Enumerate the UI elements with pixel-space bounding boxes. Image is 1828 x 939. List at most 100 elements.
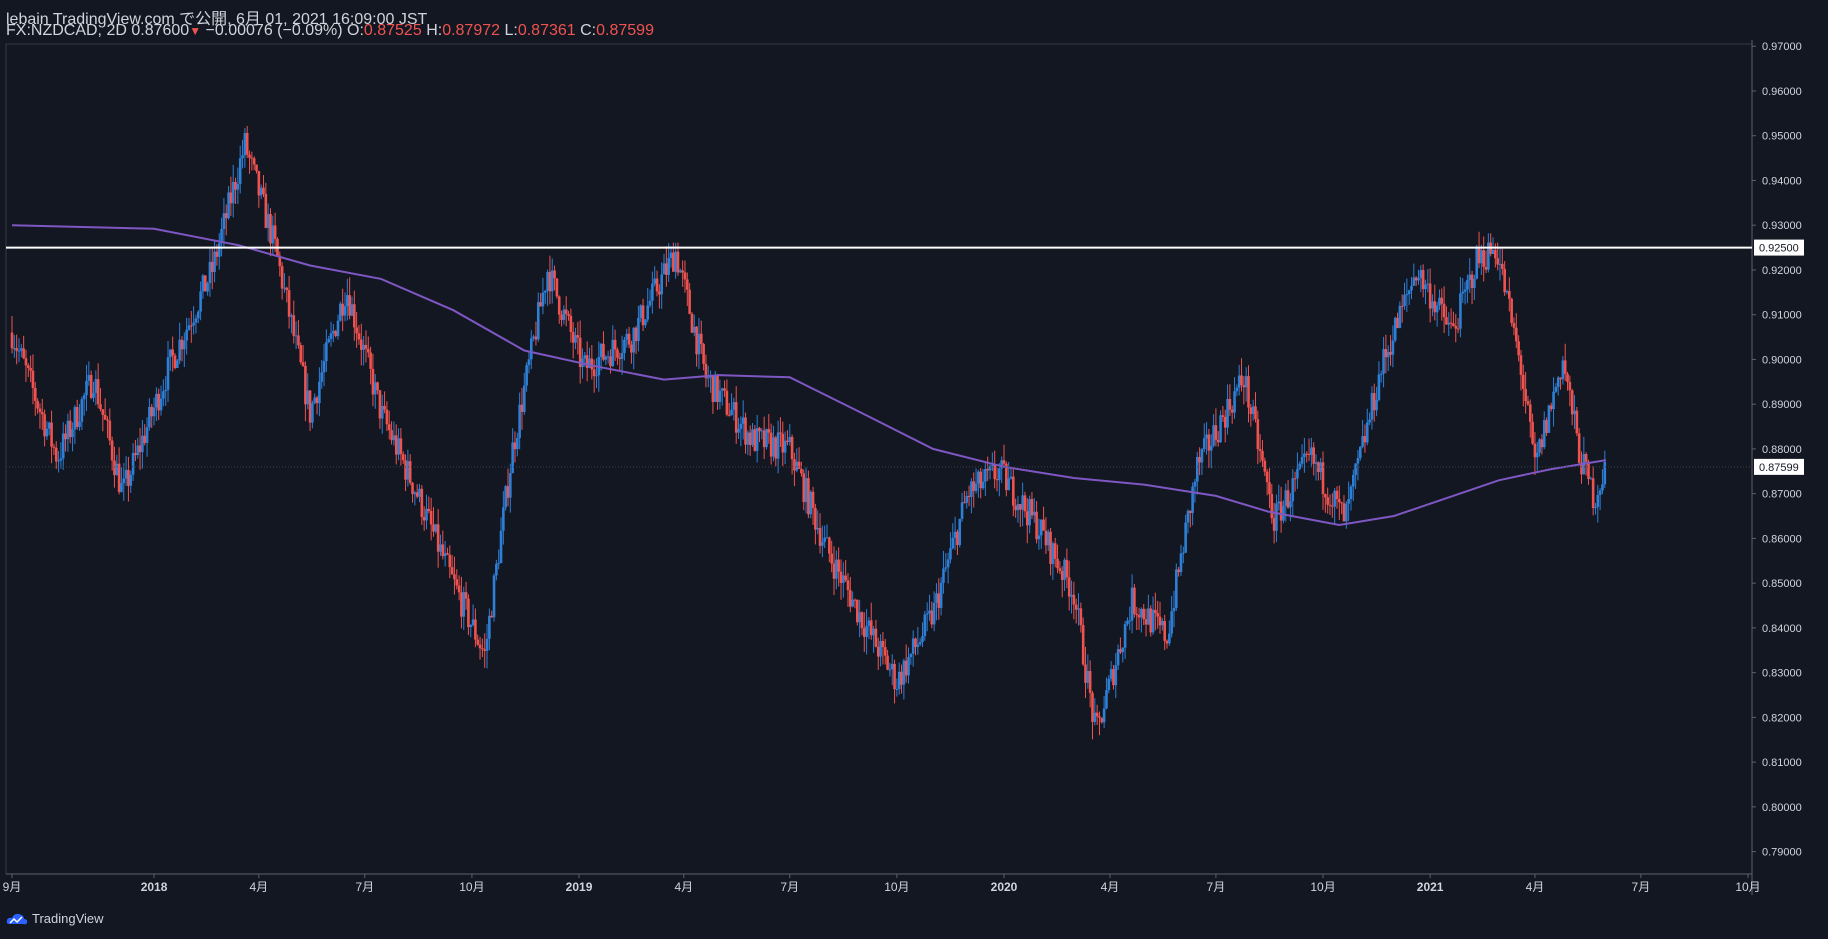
candle-up [208,261,212,284]
candle-down [1265,471,1269,483]
candle-down [68,420,72,438]
candle-up [1151,609,1155,633]
candle-down [420,488,424,518]
candle-down [1570,390,1574,415]
candle-up [185,329,188,341]
candle-up [772,437,775,457]
candle-up [516,437,519,450]
candle-down [1568,381,1572,391]
candle-up [977,471,980,484]
candle-up [1407,290,1411,295]
candle-up [1412,277,1416,286]
price-axis[interactable]: 0.97000 0.96000 0.95000 0.94000 0.93000 0.920… [1752,41,1802,859]
candle-up [918,641,922,645]
candle-down [287,290,291,317]
candle-up [1538,439,1541,453]
candle-up [1491,249,1495,255]
candle-down [157,393,161,411]
candle-down [665,263,668,275]
candle-down [1494,249,1497,259]
candle-down [786,440,789,443]
candle-down [1279,501,1283,521]
candle-up [373,382,377,395]
candle-up [196,311,200,319]
candle-up [1237,375,1241,388]
candle-up [949,548,952,560]
candle-down [506,486,510,498]
candle-down [1335,490,1339,500]
candle-up [313,397,317,404]
price-chart[interactable]: 0.97000 0.96000 0.95000 0.94000 0.93000 0.920… [0,0,1828,939]
candle-down [1221,415,1225,417]
candle-down [1230,409,1234,413]
candle-up [648,300,652,306]
candle-down [404,460,407,480]
candle-down [203,275,207,292]
candle-up [1016,504,1020,511]
candle-down [609,356,612,367]
candle-down [613,339,617,350]
candle-down [1149,608,1153,633]
candle-up [895,688,899,690]
price-axis-label: 0.90000 [1762,354,1802,366]
candle-up [129,474,133,486]
candle-up [488,615,491,639]
candle-down [853,599,857,601]
candle-up [1235,387,1239,392]
time-axis-label: 10月 [459,880,484,894]
candle-up [1212,425,1215,446]
candle-down [429,511,433,525]
candle-up [760,430,764,432]
candle-up [136,445,140,456]
candle-up [434,524,438,532]
candle-down [1074,604,1078,610]
time-axis-label: 4月 [249,880,268,894]
candle-up [1200,449,1204,463]
candle-up [1554,386,1558,392]
candle-down [1545,420,1548,433]
candle-down [378,390,382,419]
candle-down [299,345,303,363]
candle-up [1170,611,1173,634]
candle-down [802,473,806,503]
candle-up [1365,422,1369,443]
candle-up [1358,446,1362,459]
time-axis[interactable]: 9月 2018 4月 7月 10月 2019 4月 7月 10月 2020 4月 7月 10月 2021 4… [3,874,1761,894]
candle-up [523,385,526,412]
candle-down [555,278,559,297]
candle-up [443,553,447,557]
candle-down [1559,377,1562,380]
candle-down [1496,258,1499,265]
time-axis-label: 4月 [674,880,693,894]
candle-up [78,421,81,427]
time-axis-label: 7月 [780,880,799,894]
candle-up [425,508,428,521]
candle-up [1109,669,1113,679]
tradingview-logo[interactable]: TradingView [6,911,104,926]
candle-down [618,357,622,359]
price-axis-label: 0.88000 [1762,444,1802,456]
candle-up [1161,621,1164,626]
candle-up [1009,476,1013,479]
candle-up [1333,490,1336,507]
candle-up [595,375,598,377]
candle-down [716,374,719,402]
candle-up [1573,410,1576,415]
candle-up [336,320,340,337]
candle-down [1384,349,1388,358]
candle-down [1533,443,1537,458]
candle-down [173,355,177,368]
candle-down [455,579,459,586]
candle-down [1247,376,1250,408]
candle-down [767,429,771,433]
candle-up [492,575,496,618]
candle-up [155,393,158,408]
candle-up [632,327,636,353]
candle-down [681,270,684,273]
candle-down [1563,360,1567,374]
candle-down [520,404,524,412]
candle-down [904,660,908,676]
candle-up [1028,499,1031,526]
candle-down [106,419,109,421]
candle-down [150,406,154,417]
